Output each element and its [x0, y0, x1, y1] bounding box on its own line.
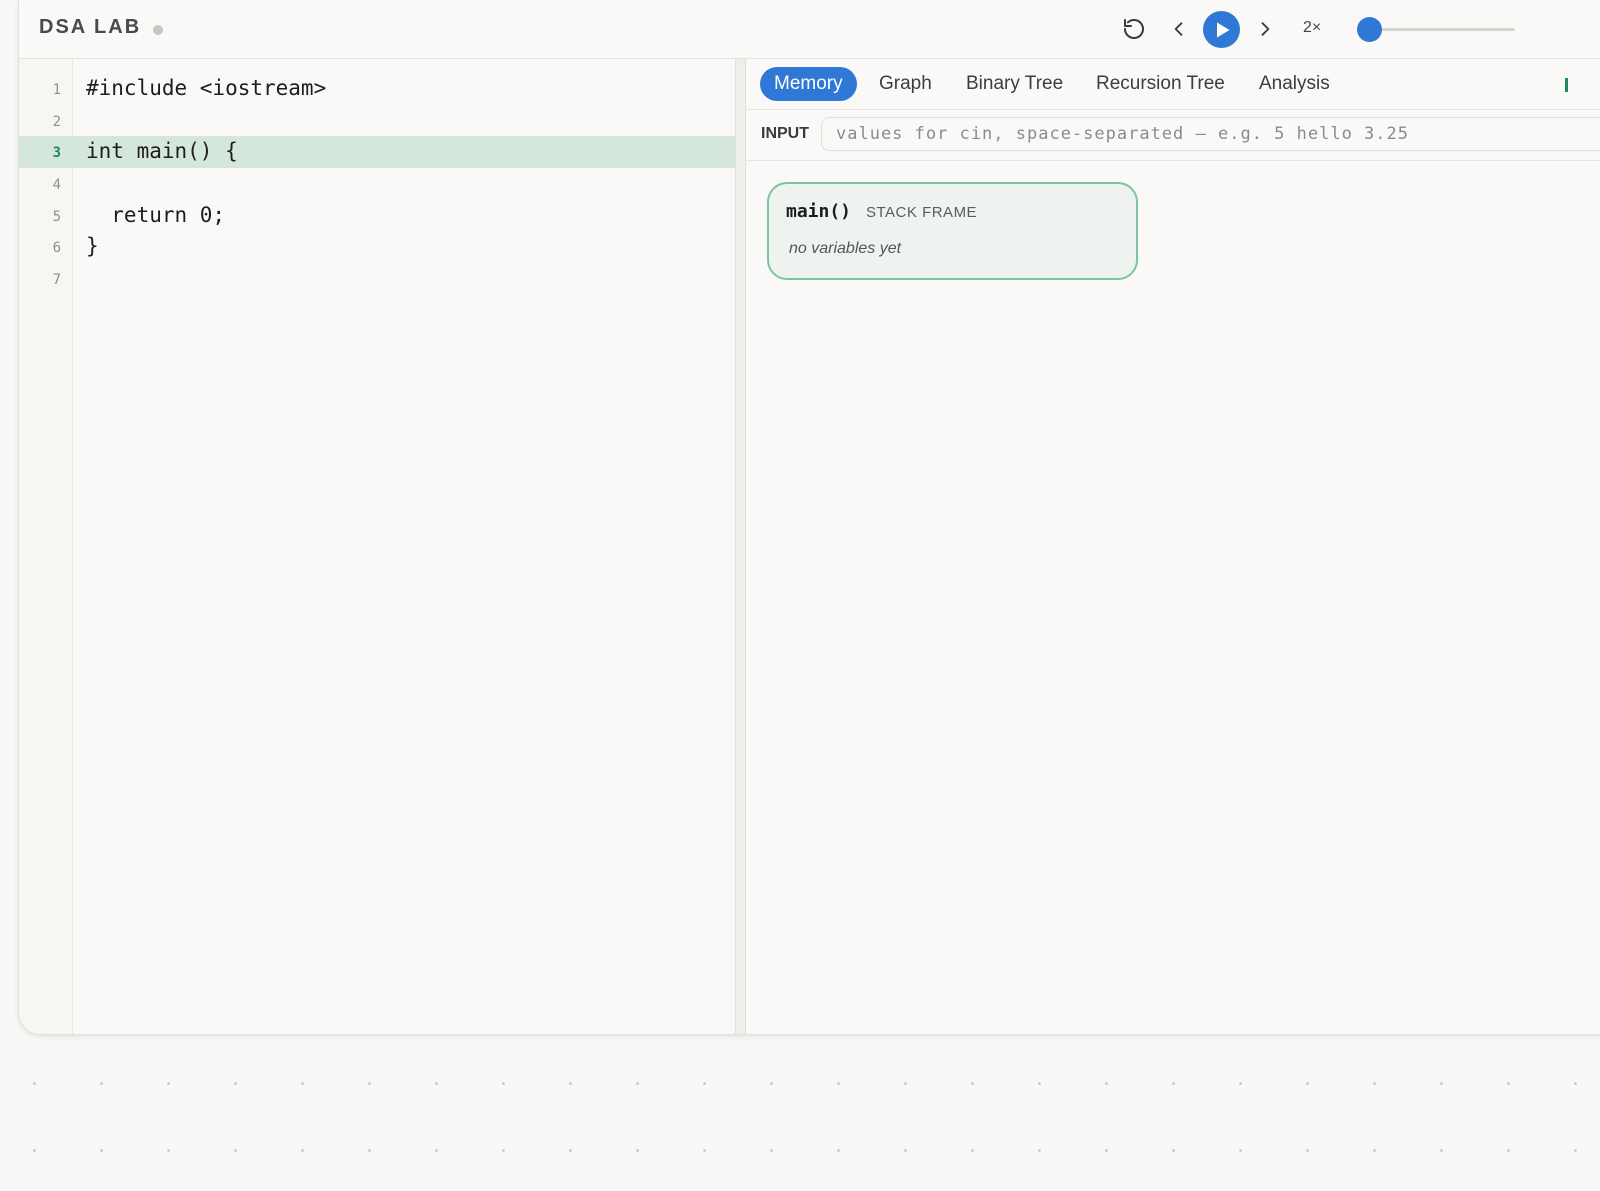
- rotate-ccw-icon: [1124, 19, 1144, 39]
- speed-toggle[interactable]: 2×: [1303, 19, 1321, 37]
- code-text: return 0;: [86, 203, 226, 227]
- status-dot: [153, 25, 163, 35]
- line-number: 4: [52, 177, 61, 193]
- code-line[interactable]: 1 #include <iostream>: [19, 73, 735, 105]
- play-icon: [1216, 22, 1229, 37]
- step-forward-button[interactable]: [1246, 10, 1284, 48]
- progress-slider-knob[interactable]: [1357, 17, 1382, 42]
- top-bar: DSA LAB 2×: [19, 0, 1600, 59]
- panel-splitter[interactable]: [735, 59, 746, 1034]
- dotted-background: [0, 1035, 1600, 1191]
- code-text: }: [86, 234, 99, 258]
- line-number: 1: [52, 82, 61, 98]
- stdin-input[interactable]: [821, 117, 1600, 151]
- line-number: 3: [52, 145, 61, 161]
- code-line[interactable]: 5 return 0;: [19, 200, 735, 232]
- code-line[interactable]: 7: [19, 263, 735, 295]
- chevron-left-icon: [1174, 22, 1183, 36]
- code-line[interactable]: 4: [19, 168, 735, 200]
- edge-indicator: [1565, 78, 1568, 92]
- line-number: 2: [52, 114, 61, 130]
- reset-button[interactable]: [1115, 10, 1153, 48]
- input-row: INPUT: [746, 110, 1600, 161]
- code-editor[interactable]: 1 #include <iostream> 2 3 int main() { 4…: [19, 59, 735, 1034]
- tab-memory[interactable]: Memory: [760, 67, 857, 101]
- frame-kind-label: STACK FRAME: [866, 204, 978, 221]
- visualizer-panel: Memory Graph Binary Tree Recursion Tree …: [746, 59, 1600, 1034]
- tab-analysis[interactable]: Analysis: [1245, 67, 1344, 101]
- visualizer-tabs: Memory Graph Binary Tree Recursion Tree …: [746, 59, 1600, 110]
- app-window: DSA LAB 2× 1 #include <iostream> 2 3 int…: [18, 0, 1600, 1035]
- tab-recursion-tree[interactable]: Recursion Tree: [1082, 67, 1239, 101]
- line-number: 5: [52, 209, 61, 225]
- line-number: 6: [52, 240, 61, 256]
- progress-slider-track[interactable]: [1369, 28, 1515, 31]
- code-line[interactable]: 6 }: [19, 231, 735, 263]
- input-label: INPUT: [761, 125, 809, 142]
- code-text: #include <iostream>: [86, 76, 327, 100]
- frame-function-name: main(): [786, 201, 852, 222]
- code-text: int main() {: [86, 139, 238, 163]
- chevron-right-icon: [1261, 22, 1270, 36]
- line-number: 7: [52, 272, 61, 288]
- code-line[interactable]: 2: [19, 105, 735, 137]
- app-title: DSA LAB: [39, 16, 142, 38]
- code-line-active[interactable]: 3 int main() {: [19, 136, 735, 168]
- play-button[interactable]: [1203, 11, 1240, 48]
- step-back-button[interactable]: [1160, 10, 1198, 48]
- tab-binary-tree[interactable]: Binary Tree: [952, 67, 1077, 101]
- frame-empty-message: no variables yet: [789, 240, 902, 257]
- stack-frame-card: main() STACK FRAME no variables yet: [767, 182, 1138, 280]
- tab-graph[interactable]: Graph: [865, 67, 946, 101]
